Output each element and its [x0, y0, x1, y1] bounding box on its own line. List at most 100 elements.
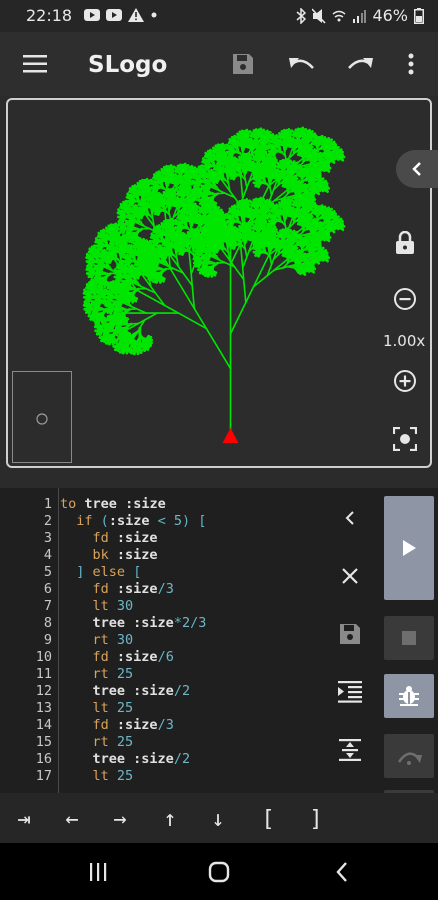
key-close-bracket[interactable]: ] [296, 801, 336, 837]
line-number: 6 [43, 581, 52, 597]
undo-button[interactable] [282, 46, 322, 82]
warning-icon [128, 8, 144, 22]
run-button[interactable] [384, 496, 434, 600]
menu-icon [23, 55, 47, 73]
format-button[interactable] [330, 730, 370, 770]
line-number: 14 [35, 717, 52, 733]
play-icon [403, 540, 416, 556]
zoom-in-icon [394, 370, 416, 392]
lock-icon [396, 231, 414, 254]
format-icon [339, 739, 361, 761]
battery-percent: 46% [372, 6, 408, 25]
back-icon [336, 862, 347, 882]
code-line[interactable]: ] else [ [60, 564, 141, 581]
dot-icon [151, 12, 157, 18]
key-left[interactable]: ← [52, 801, 92, 837]
line-number: 15 [35, 734, 52, 750]
line-number: 11 [35, 666, 52, 682]
bluetooth-icon [296, 7, 307, 24]
undo-icon [289, 58, 314, 69]
more-options-button[interactable] [396, 46, 426, 82]
zoom-level: 1.00x [383, 332, 426, 350]
recents-icon [90, 863, 107, 881]
line-number: 8 [43, 615, 52, 631]
line-number: 4 [43, 547, 52, 563]
save-code-button[interactable] [330, 614, 370, 654]
indent-icon [338, 681, 362, 703]
line-number: 7 [43, 598, 52, 614]
code-line[interactable]: fd :size/3 [60, 581, 174, 598]
save-icon [340, 624, 360, 644]
code-line[interactable]: tree :size/2 [60, 751, 191, 768]
key-open-bracket[interactable]: [ [248, 801, 288, 837]
zoom-out-button[interactable] [386, 280, 424, 318]
stop-button[interactable] [384, 616, 434, 660]
status-time: 22:18 [26, 6, 73, 25]
lock-button[interactable] [386, 224, 424, 262]
debug-button[interactable] [384, 674, 434, 718]
app-bar: SLogo [0, 32, 438, 96]
wifi-icon [332, 10, 346, 21]
stop-icon [402, 631, 416, 645]
line-number: 3 [43, 530, 52, 546]
code-line[interactable]: bk :size [60, 547, 158, 564]
zoom-in-button[interactable] [386, 362, 424, 400]
indent-button[interactable] [330, 672, 370, 712]
code-line[interactable]: tree :size/2 [60, 683, 191, 700]
fit-screen-icon [393, 427, 417, 451]
redo-icon [348, 58, 373, 69]
back-button[interactable] [322, 855, 362, 889]
code-line[interactable]: tree :size*2/3 [60, 615, 207, 632]
line-number: 16 [35, 751, 52, 767]
code-line[interactable]: fd :size [60, 530, 158, 547]
home-button[interactable] [198, 855, 240, 889]
key-tab[interactable]: ⇥ [4, 801, 44, 837]
line-number: 2 [43, 513, 52, 529]
code-line[interactable]: to tree :size [60, 496, 166, 513]
youtube-icon [84, 9, 100, 21]
app-title: SLogo [88, 52, 168, 78]
key-up[interactable]: ↑ [150, 801, 190, 837]
code-line[interactable]: rt 30 [60, 632, 134, 649]
code-line[interactable]: rt 25 [60, 734, 134, 751]
home-icon [208, 861, 230, 883]
chevron-left-icon [412, 162, 421, 176]
code-line[interactable]: fd :size/6 [60, 649, 174, 666]
zoom-out-icon [394, 288, 416, 310]
code-line[interactable]: if (:size < 5) [ [60, 513, 206, 530]
code-line[interactable]: fd :size/3 [60, 717, 174, 734]
line-number: 10 [35, 649, 52, 665]
menu-button[interactable] [16, 46, 54, 82]
clear-button[interactable] [330, 556, 370, 596]
tree-branches [82, 126, 346, 439]
save-button[interactable] [224, 46, 262, 82]
step-over-button[interactable] [384, 734, 434, 778]
debug-icon [399, 686, 419, 706]
expand-panel-button[interactable] [396, 150, 438, 188]
collapse-button[interactable] [330, 498, 370, 538]
code-line[interactable]: rt 25 [60, 666, 134, 683]
code-line[interactable]: lt 25 [60, 768, 134, 785]
status-bar: 22:18 46% [0, 0, 438, 32]
minimap[interactable] [12, 371, 72, 463]
line-number: 9 [43, 632, 52, 648]
minimap-turtle-marker [36, 413, 48, 425]
key-down[interactable]: ↓ [198, 801, 238, 837]
more-vert-icon [408, 53, 414, 75]
turtle-cursor [222, 428, 239, 443]
line-number: 13 [35, 700, 52, 716]
youtube-icon [106, 9, 122, 21]
code-editor[interactable]: 1 to tree :size 2 if (:size < 5) [ 3 fd :si… [0, 488, 438, 793]
code-line[interactable]: lt 25 [60, 700, 134, 717]
redo-button[interactable] [340, 46, 380, 82]
fit-screen-button[interactable] [386, 420, 424, 458]
save-icon [233, 54, 253, 74]
chevron-left-icon [345, 511, 354, 525]
line-number: 1 [43, 496, 52, 512]
step-over-icon [397, 752, 422, 765]
recents-button[interactable] [78, 855, 118, 889]
mute-icon [312, 7, 326, 24]
key-right[interactable]: → [100, 801, 140, 837]
code-line[interactable]: lt 30 [60, 598, 134, 615]
battery-icon [414, 7, 424, 24]
